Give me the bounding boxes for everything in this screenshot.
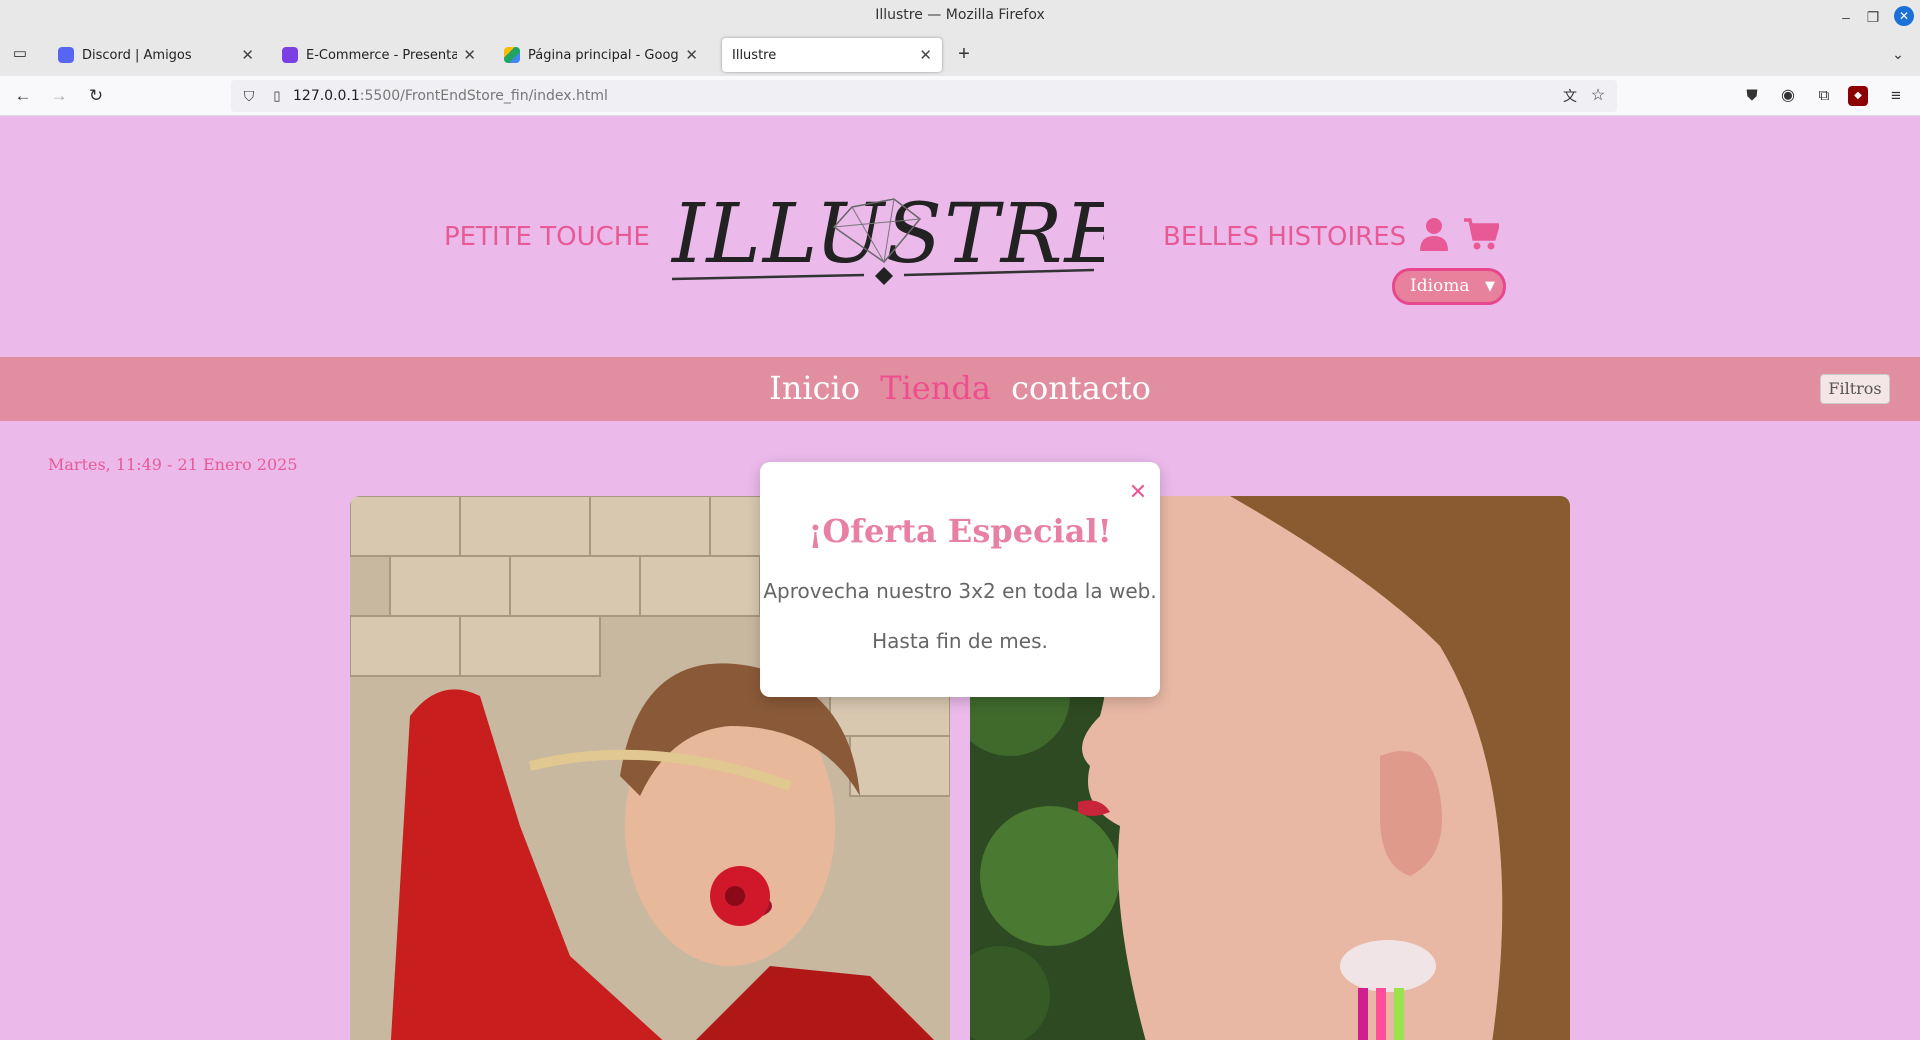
tab-label: Discord | Amigos (82, 47, 192, 63)
tab-label: E-Commerce - Presentación (306, 47, 458, 63)
close-icon[interactable]: ✕ (1126, 480, 1150, 504)
discord-icon (58, 47, 74, 63)
menu-tienda[interactable]: Tienda (880, 369, 991, 407)
web-page: PETITE TOUCHE ILLUSTRE BELLES HISTOIRES … (0, 117, 1920, 1040)
close-tab-icon[interactable]: ✕ (463, 46, 476, 64)
back-icon[interactable]: ← (11, 84, 35, 108)
user-icon[interactable] (1418, 217, 1450, 251)
close-tab-icon[interactable]: ✕ (685, 46, 698, 64)
minimize-icon[interactable]: – (1835, 6, 1857, 28)
list-tabs-icon[interactable]: ⌄ (1886, 42, 1910, 66)
ublock-icon[interactable]: ◆ (1848, 86, 1868, 106)
shield-icon[interactable]: ⛉ (237, 84, 261, 108)
navigation-toolbar: ← → ↻ ⛉ ▯ 127.0.0.1:5500/FrontEndStore_f… (0, 76, 1920, 116)
cart-icon[interactable] (1463, 217, 1501, 251)
tab-label: Illustre (732, 47, 777, 63)
maximize-icon[interactable]: ❐ (1862, 6, 1884, 28)
url-path: :5500/FrontEndStore_fin/index.html (359, 88, 608, 104)
nav-belles-histoires[interactable]: BELLES HISTOIRES (1163, 222, 1406, 252)
close-tab-icon[interactable]: ✕ (241, 46, 254, 64)
modal-title: ¡Oferta Especial! (808, 512, 1112, 550)
tab-label: Página principal - Google Dr (528, 47, 679, 63)
url-text[interactable]: 127.0.0.1:5500/FrontEndStore_fin/index.h… (293, 88, 608, 104)
window-titlebar: Illustre — Mozilla Firefox – ❐ ✕ (0, 0, 1920, 34)
language-select[interactable]: Idioma ▼ (1392, 268, 1506, 305)
tab-discord[interactable]: Discord | Amigos ✕ (48, 38, 264, 72)
close-window-icon[interactable]: ✕ (1894, 6, 1914, 26)
tab-ecommerce[interactable]: E-Commerce - Presentación ✕ (272, 38, 486, 72)
filters-button[interactable]: Filtros (1820, 374, 1890, 404)
logo-text: ILLUSTRE (670, 187, 1104, 282)
translate-icon[interactable]: 文 (1558, 84, 1582, 108)
reload-icon[interactable]: ↻ (84, 84, 108, 108)
url-host: 127.0.0.1 (293, 88, 360, 104)
main-menu-bar: Inicio Tienda contacto Filtros (0, 357, 1920, 421)
forward-icon[interactable]: → (47, 84, 71, 108)
tab-strip: ▭ Discord | Amigos ✕ E-Commerce - Presen… (0, 34, 1920, 76)
pocket-icon[interactable]: ⛊ (1740, 84, 1764, 108)
menu-contacto[interactable]: contacto (1011, 369, 1151, 407)
language-select-value: Idioma (1410, 276, 1470, 296)
menu-inicio[interactable]: Inicio (769, 369, 860, 407)
nav-petite-touche[interactable]: PETITE TOUCHE (444, 222, 650, 252)
close-tab-icon[interactable]: ✕ (919, 46, 932, 64)
main-menu: Inicio Tienda contacto (0, 369, 1920, 407)
account-icon[interactable]: ◉ (1776, 84, 1800, 108)
page-icon: ▯ (273, 88, 281, 103)
google-drive-icon (504, 47, 520, 63)
modal-offer-text: Aprovecha nuestro 3x2 en toda la web. (763, 579, 1157, 603)
current-date: Martes, 11:49 - 21 Enero 2025 (48, 455, 298, 474)
site-header: PETITE TOUCHE ILLUSTRE BELLES HISTOIRES … (0, 117, 1920, 357)
tab-overview-icon[interactable]: ▭ (8, 42, 32, 66)
modal-deadline-text: Hasta fin de mes. (872, 629, 1048, 653)
presentation-icon (282, 47, 298, 63)
address-bar[interactable]: ⛉ ▯ 127.0.0.1:5500/FrontEndStore_fin/ind… (231, 80, 1617, 112)
extensions-icon[interactable]: ⧉ (1812, 84, 1836, 108)
bookmark-star-icon[interactable]: ☆ (1586, 84, 1610, 108)
special-offer-modal: ✕ ¡Oferta Especial! Aprovecha nuestro 3x… (760, 462, 1160, 697)
window-title: Illustre — Mozilla Firefox (875, 7, 1045, 23)
tab-google-drive[interactable]: Página principal - Google Dr ✕ (494, 38, 708, 72)
menu-icon[interactable]: ≡ (1884, 84, 1908, 108)
chevron-down-icon: ▼ (1485, 279, 1495, 294)
site-logo[interactable]: ILLUSTRE (664, 177, 1124, 297)
tab-illustre[interactable]: Illustre ✕ (722, 38, 942, 72)
new-tab-icon[interactable]: + (952, 42, 976, 66)
